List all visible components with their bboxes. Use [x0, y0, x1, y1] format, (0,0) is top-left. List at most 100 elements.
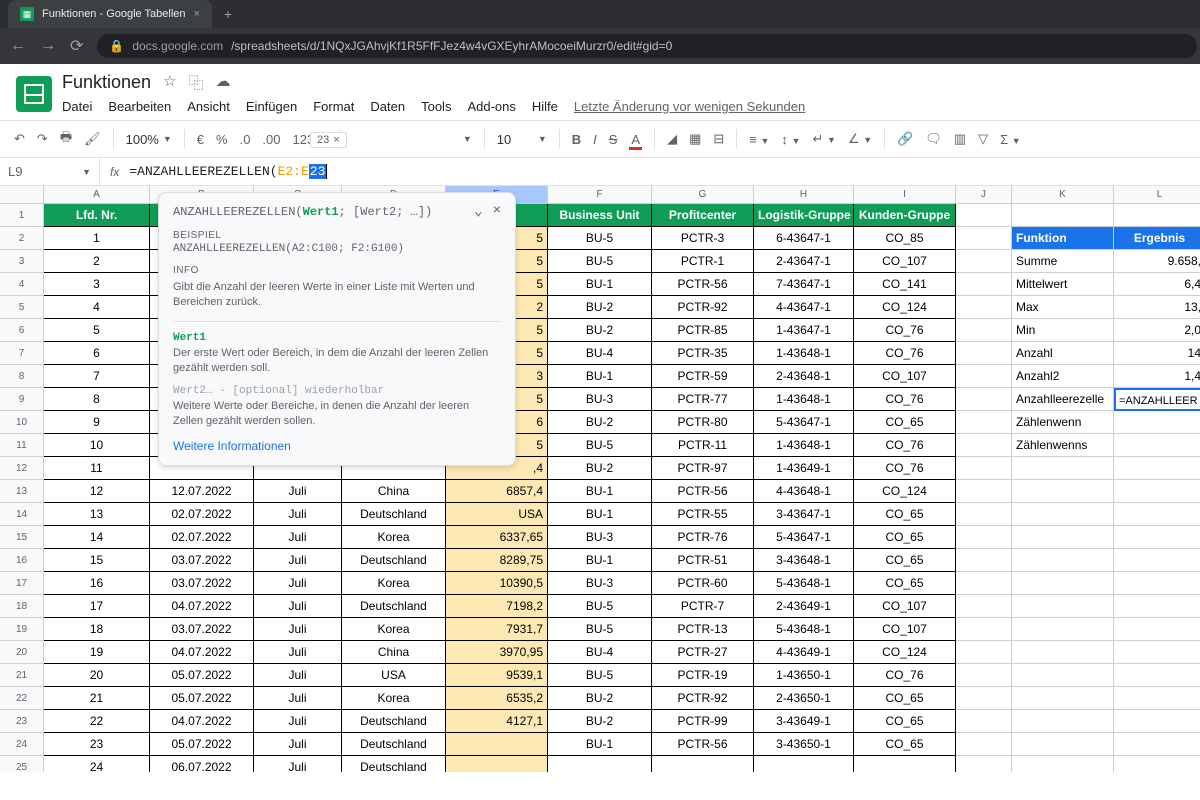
cell[interactable]	[956, 411, 1012, 434]
filter-icon[interactable]: ▽	[978, 131, 988, 147]
table-header[interactable]: Profitcenter	[652, 204, 754, 227]
cell[interactable]: 06.07.2022	[150, 756, 254, 772]
cell[interactable]: PCTR-35	[652, 342, 754, 365]
cell[interactable]	[1114, 595, 1200, 618]
menu-addons[interactable]: Add-ons	[467, 99, 515, 114]
cell[interactable]: 17	[44, 595, 150, 618]
cell[interactable]: 3	[44, 273, 150, 296]
cell[interactable]: 14	[44, 526, 150, 549]
cell[interactable]: PCTR-7	[652, 595, 754, 618]
formula-input[interactable]: =ANZAHLLEEREZELLEN(E2:E23	[129, 164, 327, 179]
col-header-G[interactable]: G	[652, 186, 754, 204]
cell[interactable]	[956, 687, 1012, 710]
new-tab-button[interactable]: +	[224, 6, 232, 22]
cell[interactable]: CO_107	[854, 250, 956, 273]
cell[interactable]	[1012, 664, 1114, 687]
cell[interactable]	[652, 756, 754, 772]
cell[interactable]: 2-43650-1	[754, 687, 854, 710]
cell[interactable]: 21	[44, 687, 150, 710]
row-header[interactable]: 4	[0, 273, 44, 296]
cell[interactable]: BU-1	[548, 480, 652, 503]
cell[interactable]	[1012, 526, 1114, 549]
cell[interactable]: 4-43649-1	[754, 641, 854, 664]
cell[interactable]: 4-43647-1	[754, 296, 854, 319]
cell[interactable]: 05.07.2022	[150, 733, 254, 756]
cell[interactable]: PCTR-92	[652, 296, 754, 319]
close-tooltip-icon[interactable]: ×	[493, 203, 501, 220]
side-label[interactable]: Anzahl	[1012, 342, 1114, 365]
side-header[interactable]: Funktion	[1012, 227, 1114, 250]
cell[interactable]: Korea	[342, 572, 446, 595]
active-formula-cell[interactable]: =ANZAHLLEER	[1114, 388, 1200, 411]
cell[interactable]	[956, 388, 1012, 411]
print-icon[interactable]: 🖶	[60, 128, 72, 150]
cell[interactable]	[956, 549, 1012, 572]
cell[interactable]: PCTR-76	[652, 526, 754, 549]
cell[interactable]: BU-3	[548, 388, 652, 411]
row-header[interactable]: 3	[0, 250, 44, 273]
row-header[interactable]: 16	[0, 549, 44, 572]
cell[interactable]: PCTR-55	[652, 503, 754, 526]
side-label[interactable]: Max	[1012, 296, 1114, 319]
cell[interactable]: 3-43650-1	[754, 733, 854, 756]
menu-format[interactable]: Format	[313, 99, 354, 114]
cell[interactable]: CO_76	[854, 319, 956, 342]
side-value[interactable]: 14	[1114, 342, 1200, 365]
cell[interactable]: 2-43649-1	[754, 595, 854, 618]
cell[interactable]: Deutschland	[342, 710, 446, 733]
side-header[interactable]: Ergebnis	[1114, 227, 1200, 250]
row-header[interactable]: 1	[0, 204, 44, 227]
row-header[interactable]: 17	[0, 572, 44, 595]
cell[interactable]: CO_85	[854, 227, 956, 250]
row-header[interactable]: 14	[0, 503, 44, 526]
italic-icon[interactable]: I	[593, 132, 597, 147]
currency-icon[interactable]: €	[197, 132, 204, 147]
cell[interactable]: 1-43648-1	[754, 388, 854, 411]
cell[interactable]: 5-43647-1	[754, 526, 854, 549]
cell[interactable]: 12.07.2022	[150, 480, 254, 503]
comment-icon[interactable]: 🗨	[925, 131, 942, 147]
cell[interactable]: 11	[44, 457, 150, 480]
cell[interactable]	[956, 503, 1012, 526]
cell[interactable]: CO_65	[854, 503, 956, 526]
side-label[interactable]: Zählenwenns	[1012, 434, 1114, 457]
close-icon[interactable]: ×	[194, 8, 200, 20]
cell[interactable]	[446, 756, 548, 772]
cell[interactable]	[1114, 710, 1200, 733]
cell[interactable]: 8289,75	[446, 549, 548, 572]
row-header[interactable]: 5	[0, 296, 44, 319]
more-info-link[interactable]: Weitere Informationen	[173, 439, 291, 453]
cell[interactable]: Juli	[254, 710, 342, 733]
cell[interactable]: Juli	[254, 687, 342, 710]
cell[interactable]: Deutschland	[342, 595, 446, 618]
cell[interactable]: 7198,2	[446, 595, 548, 618]
row-header[interactable]: 25	[0, 756, 44, 772]
row-header[interactable]: 22	[0, 687, 44, 710]
cell[interactable]: 10390,5	[446, 572, 548, 595]
cell[interactable]: CO_65	[854, 549, 956, 572]
halign-icon[interactable]: ≡ ▼	[749, 132, 769, 147]
table-header[interactable]: Kunden-Gruppe	[854, 204, 956, 227]
cell[interactable]: BU-4	[548, 342, 652, 365]
side-value[interactable]	[1114, 411, 1200, 434]
col-header-J[interactable]: J	[956, 186, 1012, 204]
chart-icon[interactable]: ▥	[954, 131, 966, 147]
cell[interactable]	[1012, 641, 1114, 664]
cell[interactable]: PCTR-27	[652, 641, 754, 664]
cell[interactable]: CO_65	[854, 733, 956, 756]
cell[interactable]	[1114, 733, 1200, 756]
cell[interactable]	[1012, 710, 1114, 733]
menu-datei[interactable]: Datei	[62, 99, 92, 114]
row-header[interactable]: 8	[0, 365, 44, 388]
menu-ansicht[interactable]: Ansicht	[187, 99, 230, 114]
cell[interactable]: PCTR-85	[652, 319, 754, 342]
merge-icon[interactable]: ⊟	[713, 131, 724, 147]
cell[interactable]: 4	[44, 296, 150, 319]
cell[interactable]	[1012, 618, 1114, 641]
zoom-select[interactable]: 100%▼	[126, 132, 172, 147]
cell[interactable]: BU-1	[548, 549, 652, 572]
cell[interactable]: 6-43647-1	[754, 227, 854, 250]
cell[interactable]: 2-43647-1	[754, 250, 854, 273]
cell[interactable]	[1012, 756, 1114, 772]
cell[interactable]	[548, 756, 652, 772]
